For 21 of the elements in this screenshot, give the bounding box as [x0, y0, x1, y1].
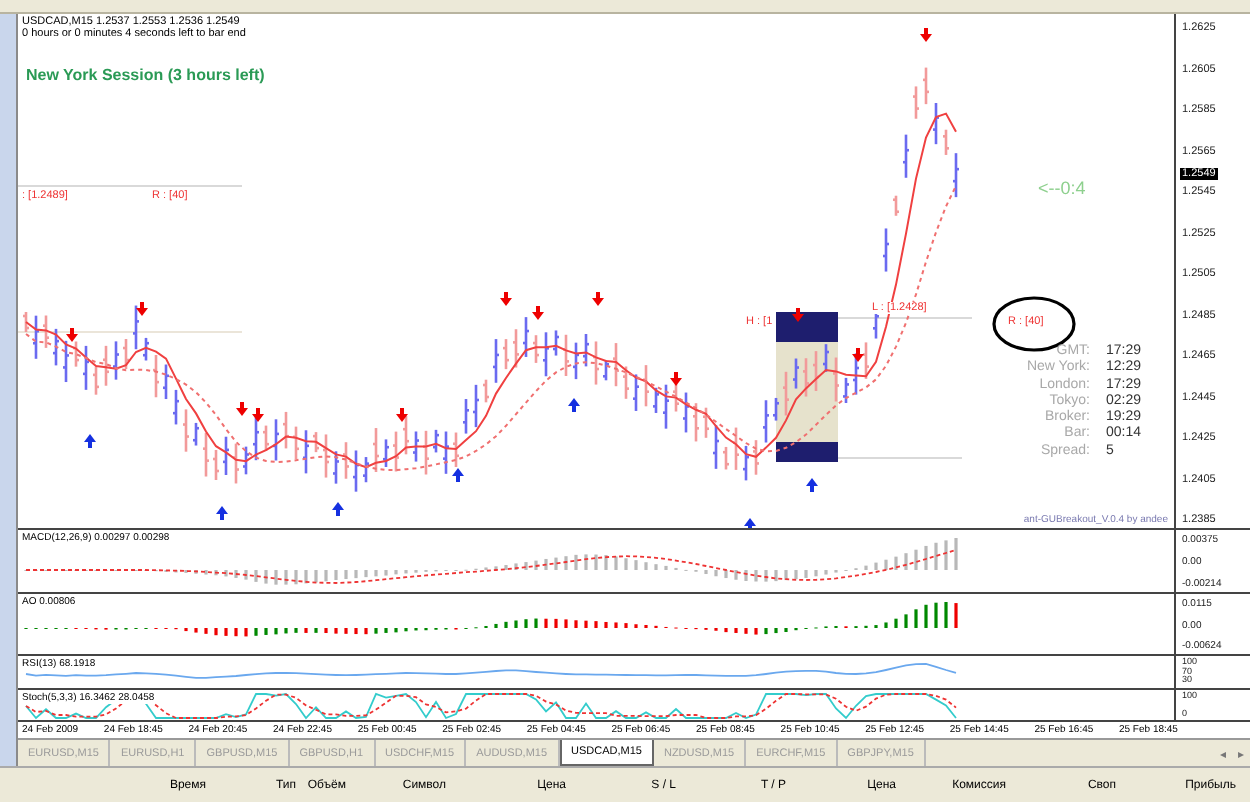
down-arrow-icon — [670, 372, 682, 386]
up-arrow-icon — [744, 518, 756, 529]
up-arrow-icon — [216, 506, 228, 520]
down-arrow-icon — [920, 28, 932, 42]
down-arrow-icon — [136, 302, 148, 316]
level-line — [837, 457, 963, 459]
up-arrow-icon — [806, 478, 818, 492]
down-arrow-icon — [532, 306, 544, 320]
up-arrow-icon — [452, 468, 464, 482]
down-arrow-icon — [792, 308, 804, 322]
down-arrow-icon — [852, 348, 864, 362]
up-arrow-icon — [568, 398, 580, 412]
level-line — [837, 317, 973, 319]
up-arrow-icon — [84, 434, 96, 448]
countdown-marker: <--0:4 — [1038, 178, 1086, 198]
down-arrow-icon — [66, 328, 78, 342]
down-arrow-icon — [500, 292, 512, 306]
session-label: New York Session (3 hours left) — [26, 66, 265, 84]
down-arrow-icon — [592, 292, 604, 306]
down-arrow-icon — [396, 408, 408, 422]
up-arrow-icon — [332, 502, 344, 516]
